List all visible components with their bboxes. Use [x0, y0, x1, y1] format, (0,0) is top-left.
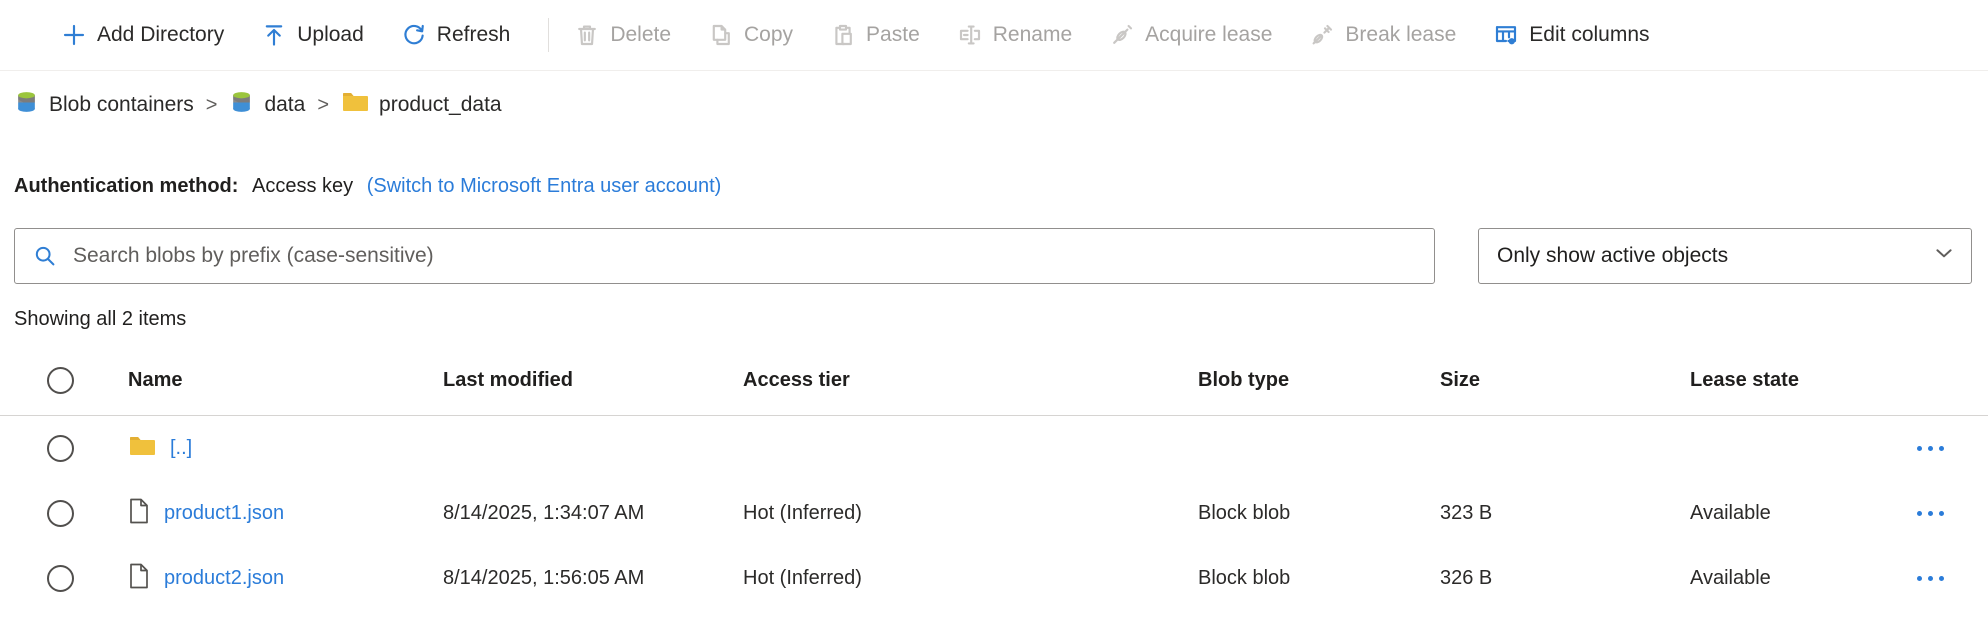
blob-name-link[interactable]: product1.json	[164, 502, 284, 525]
delete-button[interactable]: Delete	[575, 23, 671, 47]
blob-name-link[interactable]: [..]	[170, 437, 192, 460]
toolbar-separator	[548, 18, 549, 52]
edit-columns-button[interactable]: Edit columns	[1494, 23, 1649, 47]
refresh-button[interactable]: Refresh	[402, 23, 511, 47]
search-box	[14, 228, 1435, 284]
break-lease-button[interactable]: Break lease	[1310, 23, 1456, 47]
cell-blob-type: Block blob	[1198, 502, 1440, 525]
authentication-method-line: Authentication method: Access key (Switc…	[14, 175, 1988, 198]
lease-icon	[1110, 23, 1134, 47]
auth-method-value: Access key	[252, 175, 353, 197]
row-select-radio[interactable]	[47, 565, 74, 592]
table-body: [..] product1.json 8/14/2025, 1:34:	[0, 416, 1988, 611]
header-size[interactable]: Size	[1440, 369, 1690, 392]
active-objects-dropdown[interactable]: Only show active objects	[1478, 228, 1972, 284]
cell-blob-type: Block blob	[1198, 567, 1440, 590]
cell-lease-state: Available	[1690, 502, 1890, 525]
refresh-icon	[402, 23, 426, 47]
copy-icon	[709, 23, 733, 47]
acquire-lease-button[interactable]: Acquire lease	[1110, 23, 1272, 47]
header-last-modified[interactable]: Last modified	[443, 369, 743, 392]
add-icon	[62, 23, 86, 47]
breadcrumb-blob-containers[interactable]: Blob containers	[14, 90, 194, 121]
paste-icon	[831, 23, 855, 47]
table-row-parent-folder: [..]	[0, 416, 1988, 481]
auth-method-label: Authentication method:	[14, 175, 238, 197]
breadcrumb-label: product_data	[379, 93, 502, 117]
breadcrumb: Blob containers > data > product_data	[14, 87, 1988, 123]
file-icon	[128, 563, 150, 595]
folder-icon	[341, 90, 369, 120]
dropdown-selected-value: Only show active objects	[1497, 244, 1728, 268]
upload-icon	[262, 23, 286, 47]
chevron-down-icon	[1933, 242, 1955, 270]
header-name[interactable]: Name	[128, 369, 443, 392]
select-all-radio[interactable]	[47, 367, 74, 394]
folder-icon	[128, 434, 156, 464]
search-input[interactable]	[71, 243, 1434, 269]
blob-name-link[interactable]: product2.json	[164, 567, 284, 590]
row-select-radio[interactable]	[47, 435, 74, 462]
delete-label: Delete	[610, 23, 671, 47]
blob-container-browser: Add Directory Upload Refresh Delete	[0, 0, 1988, 644]
blob-container-icon	[229, 90, 254, 121]
toolbar: Add Directory Upload Refresh Delete	[0, 0, 1988, 71]
acquire-lease-label: Acquire lease	[1145, 23, 1272, 47]
more-options-icon[interactable]	[1917, 446, 1988, 451]
more-options-icon[interactable]	[1917, 511, 1988, 516]
row-select-radio[interactable]	[47, 500, 74, 527]
blob-container-icon	[14, 90, 39, 121]
header-lease-state[interactable]: Lease state	[1690, 369, 1890, 392]
add-directory-label: Add Directory	[97, 23, 224, 47]
upload-button[interactable]: Upload	[262, 23, 364, 47]
rename-label: Rename	[993, 23, 1072, 47]
cell-size: 323 B	[1440, 502, 1690, 525]
edit-columns-label: Edit columns	[1529, 23, 1649, 47]
break-lease-icon	[1310, 23, 1334, 47]
file-icon	[128, 498, 150, 530]
breadcrumb-separator: >	[206, 94, 218, 117]
more-options-icon[interactable]	[1917, 576, 1988, 581]
breadcrumb-separator: >	[317, 94, 329, 117]
refresh-label: Refresh	[437, 23, 511, 47]
search-filter-row: Only show active objects	[14, 228, 1988, 284]
upload-label: Upload	[297, 23, 364, 47]
copy-button[interactable]: Copy	[709, 23, 793, 47]
edit-columns-icon	[1494, 23, 1518, 47]
breadcrumb-label: Blob containers	[49, 93, 194, 117]
trash-icon	[575, 23, 599, 47]
cell-size: 326 B	[1440, 567, 1690, 590]
table-row-product2: product2.json 8/14/2025, 1:56:05 AM Hot …	[0, 546, 1988, 611]
cell-last-modified: 8/14/2025, 1:34:07 AM	[443, 502, 743, 525]
breadcrumb-product-data[interactable]: product_data	[341, 90, 502, 120]
paste-label: Paste	[866, 23, 920, 47]
cell-access-tier: Hot (Inferred)	[743, 502, 1198, 525]
switch-auth-link[interactable]: (Switch to Microsoft Entra user account)	[367, 175, 722, 197]
copy-label: Copy	[744, 23, 793, 47]
items-count-summary: Showing all 2 items	[14, 308, 1988, 331]
cell-last-modified: 8/14/2025, 1:56:05 AM	[443, 567, 743, 590]
rename-button[interactable]: Rename	[958, 23, 1072, 47]
breadcrumb-label: data	[264, 93, 305, 117]
search-icon	[33, 244, 57, 268]
cell-lease-state: Available	[1690, 567, 1890, 590]
table-header-row: Name Last modified Access tier Blob type…	[0, 345, 1988, 416]
paste-button[interactable]: Paste	[831, 23, 920, 47]
cell-access-tier: Hot (Inferred)	[743, 567, 1198, 590]
header-blob-type[interactable]: Blob type	[1198, 369, 1440, 392]
break-lease-label: Break lease	[1345, 23, 1456, 47]
rename-icon	[958, 23, 982, 47]
blob-table: Name Last modified Access tier Blob type…	[0, 345, 1988, 611]
table-row-product1: product1.json 8/14/2025, 1:34:07 AM Hot …	[0, 481, 1988, 546]
header-access-tier[interactable]: Access tier	[743, 369, 1198, 392]
add-directory-button[interactable]: Add Directory	[62, 23, 224, 47]
breadcrumb-data[interactable]: data	[229, 90, 305, 121]
